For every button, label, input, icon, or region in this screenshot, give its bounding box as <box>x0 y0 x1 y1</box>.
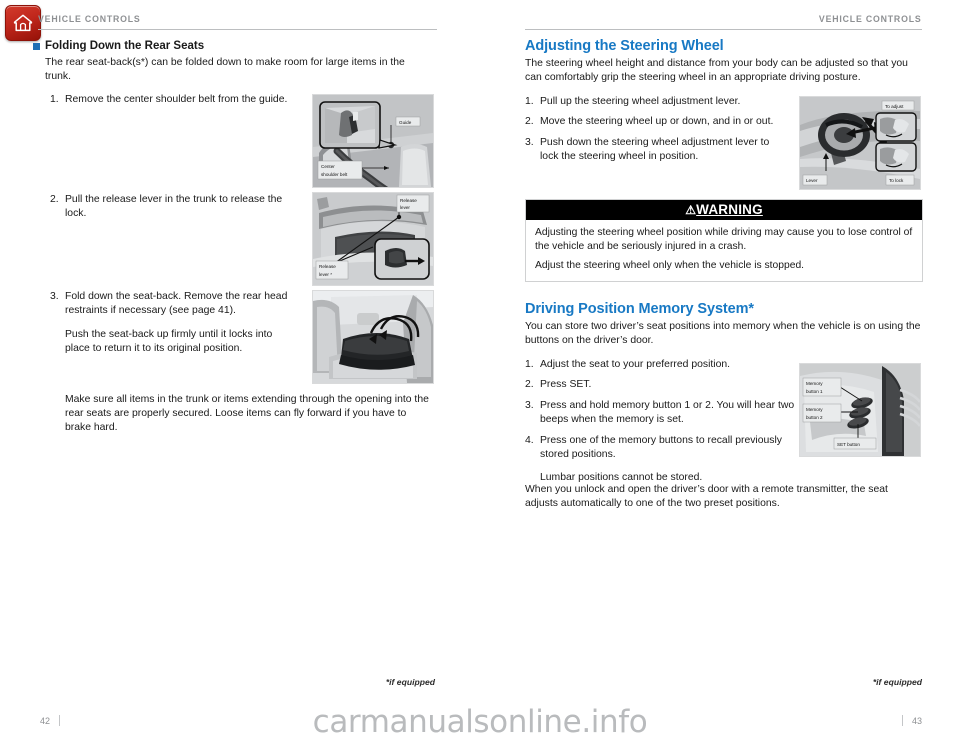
svg-text:button 1: button 1 <box>806 389 823 394</box>
step-text: Pull the release lever in the trunk to r… <box>65 194 283 220</box>
svg-text:Release: Release <box>400 198 417 203</box>
rear-seats-intro: The rear seat-back(s*) can be folded dow… <box>45 57 405 83</box>
heading-adjusting-steering-wheel: Adjusting the Steering Wheel <box>525 38 724 54</box>
warning-line: Adjusting the steering wheel position wh… <box>535 227 913 252</box>
center-shoulder-belt-figure: Guide Center shoulder belt <box>312 94 434 188</box>
step-number: 3. <box>525 136 534 148</box>
svg-text:lever: lever <box>400 205 410 210</box>
step-number: 3. <box>50 291 59 302</box>
step-number: 3. <box>525 399 534 411</box>
memory-buttons-figure: Memory button 1 Memory button 2 SET butt… <box>799 363 921 457</box>
step3-extra-text: Push the seat-back up firmly until it lo… <box>65 328 273 355</box>
step-text: Remove the center shoulder belt from the… <box>65 94 288 105</box>
step-text: Adjust the seat to your preferred positi… <box>540 359 731 370</box>
running-head-right: VEHICLE CONTROLS <box>819 14 922 25</box>
list-item: 3. Fold down the seat-back. Remove the r… <box>50 290 300 319</box>
warning-title: WARNING <box>696 202 763 217</box>
memory-system-intro: You can store two driver’s seat position… <box>525 321 921 347</box>
steering-wheel-intro: The steering wheel height and distance f… <box>525 58 908 84</box>
header-rule-right <box>525 29 922 30</box>
section-heading-rear-seats: Folding Down the Rear Seats <box>33 40 433 52</box>
warning-body: Adjusting the steering wheel position wh… <box>526 220 922 281</box>
left-page: VEHICLE CONTROLS Folding Down the Rear S… <box>0 0 480 738</box>
svg-text:lever *: lever * <box>319 272 332 277</box>
section-heading-label: Folding Down the Rear Seats <box>45 40 205 52</box>
step-number: 1. <box>50 94 59 105</box>
svg-text:To adjust: To adjust <box>885 104 904 109</box>
svg-text:To lock: To lock <box>889 178 904 183</box>
step-text: Fold down the seat-back. Remove the rear… <box>65 291 288 317</box>
manual-page-spread: VEHICLE CONTROLS Folding Down the Rear S… <box>0 0 960 740</box>
step-number: 2. <box>525 116 534 128</box>
rear-seats-closing: Make sure all items in the trunk or item… <box>65 394 429 434</box>
step-number: 4. <box>525 434 534 446</box>
warning-line: Adjust the steering wheel only when the … <box>535 260 805 272</box>
folded-seat-back-figure <box>312 290 434 384</box>
blue-square-bullet <box>33 42 40 50</box>
memory-system-closing: When you unlock and open the driver’s do… <box>525 484 888 510</box>
svg-text:button 2: button 2 <box>806 415 823 420</box>
heading-driving-position-memory: Driving Position Memory System* <box>525 301 754 317</box>
step-number: 1. <box>525 359 534 370</box>
list-item: 3. Press and hold memory button 1 or 2. … <box>525 399 795 428</box>
warning-symbol-icon: ⚠ <box>685 203 697 217</box>
footnote-right: *if equipped <box>872 677 922 687</box>
list-item: 1. Adjust the seat to your preferred pos… <box>525 358 795 372</box>
list-item: 1. Remove the center shoulder belt from … <box>50 93 300 107</box>
list-item: 2. Pull the release lever in the trunk t… <box>50 193 300 222</box>
step-number: 2. <box>525 379 534 391</box>
site-watermark: carmanualsonline.info <box>312 704 648 740</box>
svg-text:Center: Center <box>321 164 335 169</box>
step-number: 2. <box>50 194 59 205</box>
footnote-left: *if equipped <box>385 677 435 687</box>
svg-text:shoulder belt: shoulder belt <box>321 172 348 177</box>
figure-label: Guide <box>399 120 412 125</box>
steering-wheel-adjust-figure: To adjust Lever To lock <box>799 96 921 190</box>
list-item: 4. Press one of the memory buttons to re… <box>525 434 795 463</box>
svg-text:Lever: Lever <box>806 178 818 183</box>
step-text: Press and hold memory button 1 or 2. You… <box>540 399 795 426</box>
list-item: 1. Pull up the steering wheel adjustment… <box>525 95 775 109</box>
list-item: 3. Push down the steering wheel adjustme… <box>525 136 775 165</box>
warning-bar: ⚠WARNING <box>526 200 922 220</box>
svg-text:Memory: Memory <box>806 407 823 412</box>
svg-text:Release: Release <box>319 264 336 269</box>
list-item: 2. Move the steering wheel up or down, a… <box>525 115 775 129</box>
svg-text:SET button: SET button <box>837 442 860 447</box>
svg-text:Memory: Memory <box>806 381 823 386</box>
step-text: Push down the steering wheel adjustment … <box>540 136 770 163</box>
running-head-left: VEHICLE CONTROLS <box>38 14 141 25</box>
warning-box: ⚠WARNING Adjusting the steering wheel po… <box>525 199 923 282</box>
step-text: Press SET. <box>540 379 592 391</box>
list-item: 2. Press SET. <box>525 378 795 392</box>
step-number: 1. <box>525 96 534 107</box>
right-page: VEHICLE CONTROLS Adjusting the Steering … <box>480 0 960 738</box>
step-text: Press one of the memory buttons to recal… <box>540 434 782 461</box>
step-text: Pull up the steering wheel adjustment le… <box>540 96 741 107</box>
trunk-release-lever-figure: Release lever Release lever * <box>312 192 434 286</box>
header-rule-left <box>38 29 437 30</box>
step-text: Move the steering wheel up or down, and … <box>540 116 774 128</box>
